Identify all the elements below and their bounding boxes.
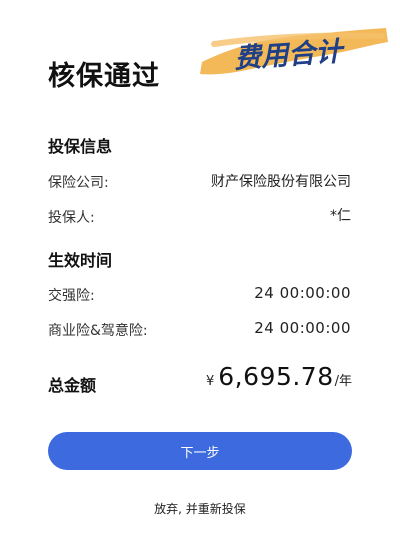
insurer-value: 财产保险股份有限公司: [211, 174, 351, 190]
commercial-insurance-label: 商业险&驾意险:: [48, 323, 148, 339]
total-amount-value: 6,695.78: [218, 362, 334, 391]
insurer-label: 保险公司:: [48, 175, 109, 191]
page-title: 核保通过: [48, 61, 160, 92]
per-year-unit: /年: [334, 374, 352, 389]
next-step-label: 下一步: [180, 445, 220, 461]
abandon-reapply-link[interactable]: 放弃, 并重新投保: [0, 500, 400, 517]
currency-symbol: ¥: [206, 374, 215, 389]
commercial-insurance-value: 24 00:00:00: [254, 319, 351, 337]
total-amount-label: 总金额: [48, 376, 97, 395]
compulsory-insurance-value: 24 00:00:00: [254, 284, 351, 302]
next-step-button[interactable]: 下一步: [48, 432, 352, 470]
compulsory-insurance-label: 交强险:: [48, 288, 95, 304]
applicant-label: 投保人:: [48, 210, 95, 226]
effective-time-heading: 生效时间: [48, 251, 113, 270]
total-cost-sticker: 费用合计: [196, 22, 392, 80]
policy-info-heading: 投保信息: [48, 137, 113, 156]
sticker-label: 费用合计: [233, 36, 344, 75]
total-amount: ¥ 6,695.78 /年: [206, 362, 352, 391]
applicant-value: *仁: [330, 208, 351, 224]
